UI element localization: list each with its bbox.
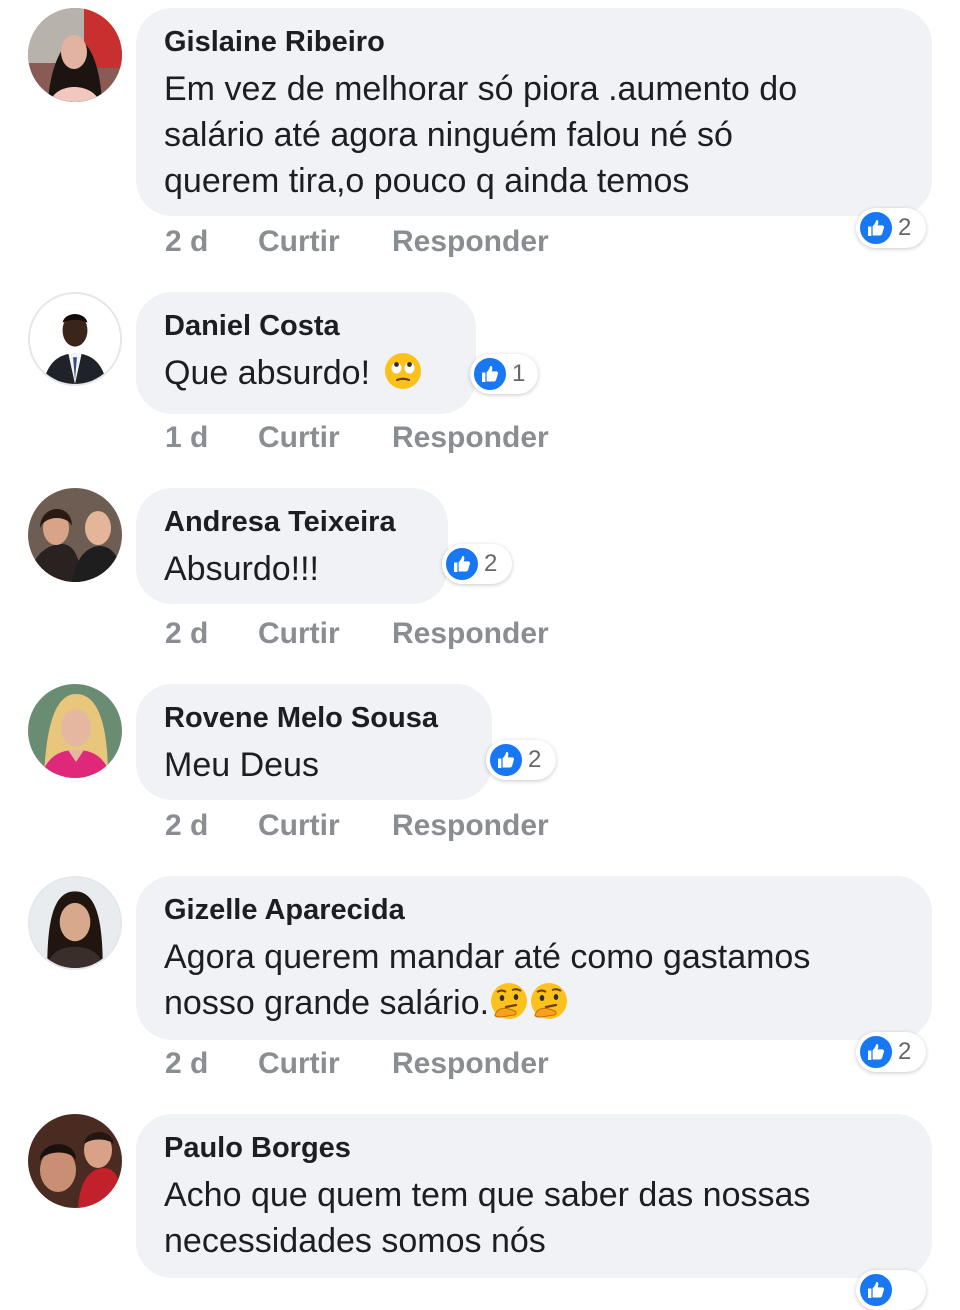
comment-text-line: Em vez de melhorar só piora .aumento do xyxy=(164,70,798,108)
avatar[interactable] xyxy=(28,488,122,582)
comment-text-line: Meu Deus xyxy=(164,746,319,784)
like-button[interactable]: Curtir xyxy=(258,420,392,456)
like-icon xyxy=(472,356,508,392)
comment-bubble[interactable]: Rovene Melo Sousa Meu Deus xyxy=(136,684,492,800)
comment-text-line: necessidades somos nós xyxy=(164,1222,546,1260)
comment-text-line: nosso grande salário. xyxy=(164,980,904,1026)
comment-text-line: salário até agora ninguém falou né só xyxy=(164,116,733,154)
avatar[interactable] xyxy=(28,292,122,386)
comment-text: Agora querem mandar até como gastamos no… xyxy=(164,934,904,1026)
comment-actions: 2 d Curtir Responder xyxy=(165,1046,549,1082)
like-icon xyxy=(488,742,524,778)
reaction-count: 2 xyxy=(898,1038,912,1065)
comment-author[interactable]: Paulo Borges xyxy=(164,1130,904,1166)
comment-actions: 2 d Curtir Responder xyxy=(165,616,549,652)
comment-author[interactable]: Gislaine Ribeiro xyxy=(164,24,904,60)
reaction-summary[interactable]: 2 xyxy=(856,208,926,248)
comment-text: Em vez de melhorar só piora .aumento do … xyxy=(164,66,904,204)
comment-author[interactable]: Daniel Costa xyxy=(164,308,448,344)
avatar[interactable] xyxy=(28,876,122,970)
avatar[interactable] xyxy=(28,1114,122,1208)
comment-text: Meu Deus xyxy=(164,742,464,788)
reaction-summary[interactable] xyxy=(856,1270,926,1310)
reaction-summary[interactable]: 1 xyxy=(470,354,538,394)
comment-author[interactable]: Rovene Melo Sousa xyxy=(164,700,464,736)
avatar-photo xyxy=(28,684,122,778)
comment-timestamp[interactable]: 2 d xyxy=(165,616,258,652)
reply-button[interactable]: Responder xyxy=(392,1046,549,1082)
comment-text-line: querem tira,o pouco q ainda temos xyxy=(164,162,690,200)
reply-button[interactable]: Responder xyxy=(392,224,549,260)
reaction-count: 2 xyxy=(484,550,498,577)
like-button[interactable]: Curtir xyxy=(258,1046,392,1082)
comment-text-content: Que absurdo! xyxy=(164,354,371,392)
like-icon xyxy=(444,546,480,582)
comment-timestamp[interactable]: 2 d xyxy=(165,224,258,260)
reaction-summary[interactable]: 2 xyxy=(486,740,556,780)
avatar-photo xyxy=(30,294,120,384)
avatar-photo xyxy=(30,878,120,968)
comment-bubble[interactable]: Gizelle Aparecida Agora querem mandar at… xyxy=(136,876,932,1040)
thinking-face-emoji-icon xyxy=(529,981,569,1021)
comment-text-line: Que absurdo! xyxy=(164,350,448,396)
reply-button[interactable]: Responder xyxy=(392,808,549,844)
comment-bubble[interactable]: Andresa Teixeira Absurdo!!! xyxy=(136,488,448,604)
comment-timestamp[interactable]: 2 d xyxy=(165,808,258,844)
reply-button[interactable]: Responder xyxy=(392,616,549,652)
comment-timestamp[interactable]: 2 d xyxy=(165,1046,258,1082)
comment-author[interactable]: Gizelle Aparecida xyxy=(164,892,904,928)
avatar-photo xyxy=(28,488,122,582)
avatar[interactable] xyxy=(28,8,122,102)
thinking-face-emoji-icon xyxy=(489,981,529,1021)
comment-text-line: Agora querem mandar até como gastamos xyxy=(164,938,811,976)
avatar-photo xyxy=(28,8,122,102)
reaction-summary[interactable]: 2 xyxy=(442,544,512,584)
comment-text: Absurdo!!! xyxy=(164,546,420,592)
comment-timestamp[interactable]: 1 d xyxy=(165,420,258,456)
reaction-count: 2 xyxy=(898,214,912,241)
comment-actions: 1 d Curtir Responder xyxy=(165,420,549,456)
reaction-count: 2 xyxy=(528,746,542,773)
like-button[interactable]: Curtir xyxy=(258,616,392,652)
comment-text-content: nosso grande salário. xyxy=(164,984,490,1022)
like-button[interactable]: Curtir xyxy=(258,808,392,844)
comment-author[interactable]: Andresa Teixeira xyxy=(164,504,420,540)
comment-text: Acho que quem tem que saber das nossas n… xyxy=(164,1172,904,1264)
avatar-photo xyxy=(28,1114,122,1208)
like-icon xyxy=(858,1272,894,1308)
reaction-summary[interactable]: 2 xyxy=(856,1032,926,1072)
comment-bubble[interactable]: Daniel Costa Que absurdo! xyxy=(136,292,476,414)
comment-bubble[interactable]: Paulo Borges Acho que quem tem que saber… xyxy=(136,1114,932,1278)
like-button[interactable]: Curtir xyxy=(258,224,392,260)
reply-button[interactable]: Responder xyxy=(392,420,549,456)
face-with-rolling-eyes-emoji-icon xyxy=(383,351,423,391)
comment-text: Que absurdo! xyxy=(164,350,448,396)
comment-actions: 2 d Curtir Responder xyxy=(165,808,549,844)
like-icon xyxy=(858,210,894,246)
comment-text-line: Acho que quem tem que saber das nossas xyxy=(164,1176,811,1214)
avatar[interactable] xyxy=(28,684,122,778)
comment-actions: 2 d Curtir Responder xyxy=(165,224,549,260)
comment-bubble[interactable]: Gislaine Ribeiro Em vez de melhorar só p… xyxy=(136,8,932,216)
like-icon xyxy=(858,1034,894,1070)
reaction-count: 1 xyxy=(512,360,526,387)
comment-text-line: Absurdo!!! xyxy=(164,550,319,588)
